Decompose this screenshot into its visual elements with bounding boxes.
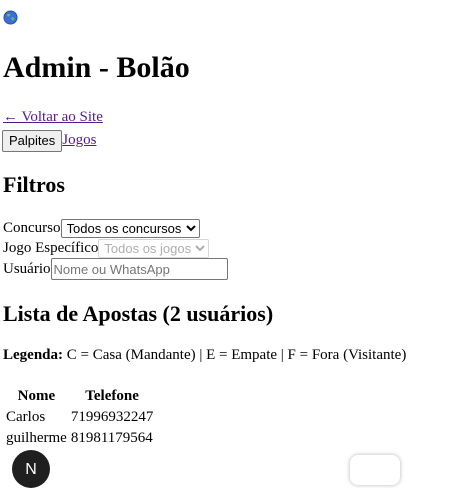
globe-icon — [3, 10, 18, 25]
usuario-label: Usuário — [3, 260, 51, 277]
usuario-search-input[interactable] — [50, 258, 228, 280]
floating-avatar-button[interactable]: N — [12, 450, 50, 488]
table-header-row: Nome Telefone — [5, 387, 154, 406]
column-header-telefone: Telefone — [85, 388, 139, 404]
floating-action-button[interactable] — [350, 455, 400, 485]
concurso-select[interactable]: Todos os concursos — [60, 218, 200, 238]
jogo-label: Jogo Específico — [3, 239, 99, 256]
legend-label: Legenda: — [3, 347, 63, 363]
back-to-site-link[interactable]: ← Voltar ao Site — [3, 109, 103, 126]
table-row: guilherme 81981179564 — [5, 429, 154, 448]
cell-nome: Carlos — [6, 409, 46, 425]
bets-list-heading: Lista de Apostas (2 usuários) — [3, 301, 274, 326]
concurso-label: Concurso — [3, 219, 61, 236]
jogo-filter-row: Jogo Específico Todos os jogos — [3, 238, 210, 258]
filters-heading: Filtros — [3, 172, 65, 197]
bets-table: Nome Telefone Carlos 71996932247 guilher… — [3, 385, 156, 450]
palpites-button[interactable]: Palpites — [2, 129, 63, 152]
concurso-filter-row: Concurso Todos os concursos — [3, 218, 200, 238]
cell-telefone: 71996932247 — [70, 409, 154, 425]
column-header-nome: Nome — [17, 388, 56, 404]
admin-nav: Palpites Jogos — [2, 129, 96, 152]
legend-text: C = Casa (Mandante) | E = Empate | F = F… — [63, 347, 407, 363]
cell-telefone: 81981179564 — [70, 430, 153, 446]
legend: Legenda: C = Casa (Mandante) | E = Empat… — [3, 347, 406, 364]
jogos-link[interactable]: Jogos — [62, 132, 96, 149]
table-row: Carlos 71996932247 — [5, 408, 154, 427]
jogo-select[interactable]: Todos os jogos — [98, 238, 210, 258]
usuario-filter-row: Usuário — [3, 258, 228, 280]
page-title: Admin - Bolão — [3, 51, 190, 84]
cell-nome: guilherme — [6, 430, 67, 446]
